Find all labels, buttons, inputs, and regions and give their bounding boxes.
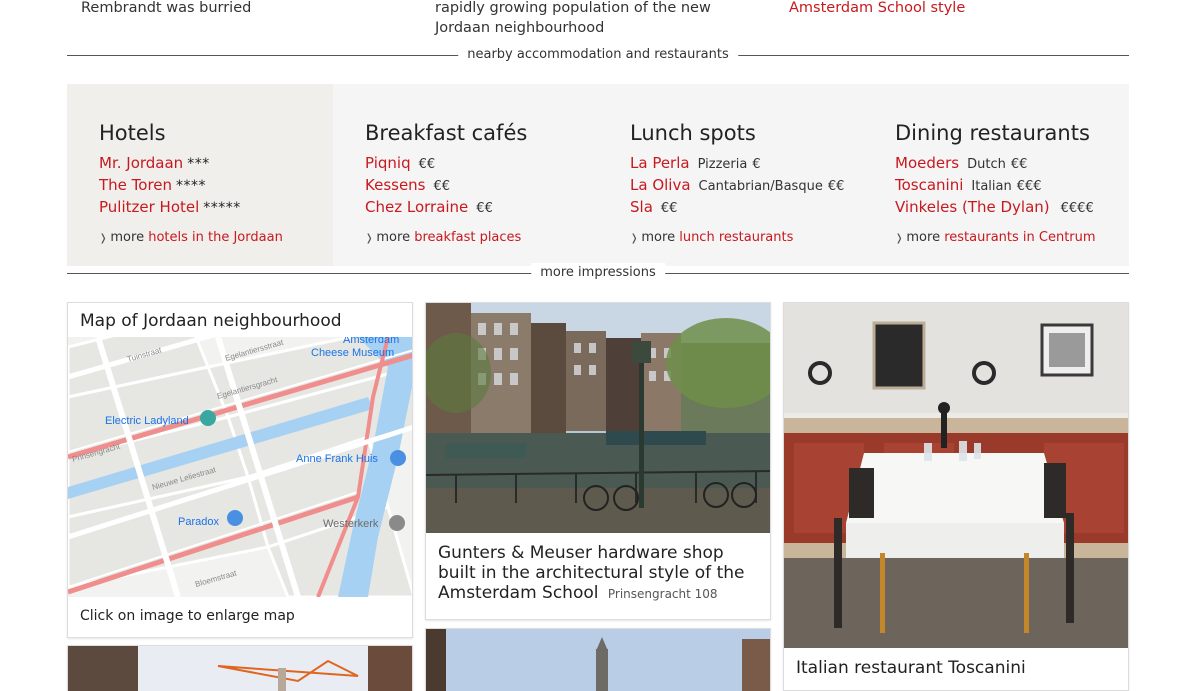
star-rating: ****	[176, 178, 207, 194]
divider-impressions: more impressions	[67, 263, 1129, 283]
photo-card-hardware-shop[interactable]: Gunters & Meuser hardware shop built in …	[425, 302, 771, 620]
more-breakfast: ❭ more breakfast places	[365, 230, 521, 247]
list-item: Kessens €€	[365, 175, 598, 197]
restaurant-link[interactable]: Moeders	[895, 154, 959, 172]
lunch-link[interactable]: La Perla	[630, 154, 690, 172]
price-level: €€€€	[1060, 201, 1094, 216]
lunch-link[interactable]: La Oliva	[630, 176, 691, 194]
street-photo[interactable]	[68, 646, 413, 691]
list-item: Moeders Dutch €€	[895, 153, 1129, 175]
tower-photo[interactable]	[426, 629, 771, 691]
divider-impressions-label: more impressions	[531, 263, 665, 283]
list-item: Piqniq €€	[365, 153, 598, 175]
cuisine-type: Cantabrian/Basque	[698, 179, 823, 194]
more-dining: ❭ more restaurants in Centrum	[895, 230, 1096, 247]
hotel-link[interactable]: The Toren	[99, 176, 172, 194]
restaurant-caption: Italian restaurant Toscanini	[796, 658, 1026, 678]
photo-card-partial-center[interactable]	[425, 628, 771, 691]
accommodation-panels: Hotels Mr. Jordaan *** The Toren **** Puli…	[67, 84, 1129, 266]
more-hotels-link[interactable]: hotels in the Jordaan	[148, 230, 283, 245]
more-prefix: more	[110, 230, 145, 245]
divider-accommodation-label: nearby accommodation and restaurants	[458, 45, 738, 65]
more-hotels: ❭ more hotels in the Jordaan	[99, 230, 283, 247]
photo-card-partial-left[interactable]	[67, 645, 413, 691]
panel-title-hotels: Hotels	[99, 121, 166, 145]
canal-photo[interactable]	[426, 303, 770, 533]
chevron-right-icon: ❭	[365, 233, 374, 244]
cuisine-type: Italian	[971, 179, 1012, 194]
price-level: €€	[418, 157, 436, 172]
more-lunch: ❭ more lunch restaurants	[630, 230, 793, 247]
cafe-link[interactable]: Chez Lorraine	[365, 198, 468, 216]
map-label: Anne Frank Huis	[296, 453, 378, 465]
map-label: Cheese Museum	[311, 347, 394, 359]
more-dining-link[interactable]: restaurants in Centrum	[944, 230, 1095, 245]
star-rating: ***	[187, 156, 210, 172]
panel-title-lunch: Lunch spots	[630, 121, 756, 145]
price-level: €€	[827, 179, 845, 194]
panel-dining: Dining restaurants Moeders Dutch €€ Toscan…	[863, 84, 1129, 266]
star-rating: *****	[203, 200, 241, 216]
panel-breakfast: Breakfast cafés Piqniq €€ Kessens €€ Chez …	[333, 84, 598, 266]
list-item: La Perla Pizzeria €	[630, 153, 863, 175]
map-card[interactable]: Map of Jordaan neighbourhood Amsterdam C…	[67, 302, 413, 638]
hotel-link[interactable]: Mr. Jordaan	[99, 154, 183, 172]
map-label: Westerkerk	[323, 518, 379, 530]
panel-title-dining: Dining restaurants	[895, 121, 1090, 145]
cafe-link[interactable]: Piqniq	[365, 154, 411, 172]
panel-lunch: Lunch spots La Perla Pizzeria € La Oliva Ca…	[598, 84, 863, 266]
photo-card-toscanini[interactable]: Italian restaurant Toscanini	[783, 302, 1129, 691]
restaurant-link[interactable]: Vinkeles (The Dylan)	[895, 198, 1050, 216]
panel-title-breakfast: Breakfast cafés	[365, 121, 528, 145]
list-item: Pulitzer Hotel *****	[99, 197, 333, 219]
map-label: Amsterdam	[343, 337, 399, 346]
map-title: Map of Jordaan neighbourhood	[80, 311, 342, 331]
price-level: €€€	[1016, 179, 1042, 194]
list-item: The Toren ****	[99, 175, 333, 197]
map-label: Paradox	[178, 516, 219, 528]
cuisine-type: Dutch	[967, 157, 1006, 172]
map-label: Electric Ladyland	[105, 415, 189, 427]
list-item: Toscanini Italian €€€	[895, 175, 1129, 197]
more-breakfast-link[interactable]: breakfast places	[414, 230, 521, 245]
list-item: Vinkeles (The Dylan) €€€€	[895, 197, 1129, 219]
price-level: €€	[433, 179, 451, 194]
more-prefix: more	[376, 230, 411, 245]
photo-caption-address: Prinsengracht 108	[607, 587, 718, 601]
list-item: La Oliva Cantabrian/Basque €€	[630, 175, 863, 197]
chevron-right-icon: ❭	[895, 233, 904, 244]
amsterdam-school-link[interactable]: Amsterdam School style	[789, 0, 965, 16]
chevron-right-icon: ❭	[630, 233, 639, 244]
price-level: €€	[476, 201, 493, 216]
restaurant-link[interactable]: Toscanini	[895, 176, 963, 194]
price-level: €€	[660, 201, 678, 216]
lunch-link[interactable]: Sla	[630, 198, 653, 216]
price-level: €	[752, 157, 761, 172]
top-text-col1: Rembrandt was burried	[81, 0, 252, 16]
more-lunch-link[interactable]: lunch restaurants	[679, 230, 793, 245]
more-prefix: more	[641, 230, 676, 245]
map-image[interactable]: Amsterdam Cheese Museum Electric Ladylan…	[68, 303, 412, 599]
top-row: Rembrandt was burried rapidly growing po…	[0, 0, 1200, 44]
price-level: €€	[1010, 157, 1028, 172]
map-caption: Click on image to enlarge map	[80, 608, 295, 624]
chevron-right-icon: ❭	[99, 233, 108, 244]
cafe-link[interactable]: Kessens	[365, 176, 426, 194]
photo-caption: Gunters & Meuser hardware shop built in …	[438, 543, 763, 604]
more-prefix: more	[906, 230, 941, 245]
divider-accommodation: nearby accommodation and restaurants	[67, 45, 1129, 65]
list-item: Sla €€	[630, 197, 863, 219]
cuisine-type: Pizzeria	[697, 157, 748, 172]
list-item: Chez Lorraine €€	[365, 197, 598, 219]
panel-hotels: Hotels Mr. Jordaan *** The Toren **** Puli…	[67, 84, 333, 266]
list-item: Mr. Jordaan ***	[99, 153, 333, 175]
top-text-col2: rapidly growing population of the new Jo…	[435, 0, 711, 36]
restaurant-photo[interactable]	[784, 303, 1128, 648]
hotel-link[interactable]: Pulitzer Hotel	[99, 198, 199, 216]
